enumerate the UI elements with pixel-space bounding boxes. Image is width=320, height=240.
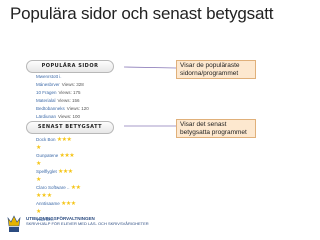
- recently-rated-header[interactable]: SENAST BETYGSATT: [26, 121, 114, 134]
- rating-stars: ★: [36, 145, 42, 151]
- list-item[interactable]: Mánesbrver Views: 328: [36, 81, 89, 89]
- list-item[interactable]: Lärdiunan Views: 100: [36, 113, 89, 121]
- list-item[interactable]: Gunpatene ★★★ ★: [36, 152, 81, 168]
- connector-popular: [123, 66, 177, 69]
- list-item[interactable]: Materialal Views: 156: [36, 97, 89, 105]
- recently-rated-list: Dock Bon ★★★ ★ Gunpatene ★★★ ★ Spelflygl…: [36, 136, 81, 224]
- rating-stars: ★★★: [36, 193, 53, 199]
- popular-pages-header[interactable]: POPULÄRA SIDOR: [26, 60, 114, 73]
- rating-stars: ★★★: [58, 169, 73, 175]
- list-item[interactable]: Spelflyglet ★★★ ★: [36, 168, 81, 184]
- rated-callout: Visar det senast betygsatta programmet: [176, 119, 256, 138]
- popular-callout: Visar de populäraste sidorna/programmet: [176, 60, 256, 79]
- list-item[interactable]: Dock Bon ★★★ ★: [36, 136, 81, 152]
- list-item[interactable]: Bedtobanneks Views: 120: [36, 105, 89, 113]
- organization-name: UTBILDNINGSFÖRVALTNINGEN SKRIVHJÄLP FÖR …: [26, 216, 149, 226]
- footer-logo: UTBILDNINGSFÖRVALTNINGEN SKRIVHJÄLP FÖR …: [6, 214, 149, 239]
- list-item[interactable]: Mwenrstott i.: [36, 73, 89, 81]
- rating-stars: ★: [36, 161, 42, 167]
- rating-stars: ★★★: [61, 201, 76, 207]
- rating-stars: ★★★: [59, 153, 75, 159]
- list-item[interactable]: Claro Software .. ★★ ★★★: [36, 184, 81, 200]
- crown-icon: [7, 215, 21, 232]
- rating-stars: ★★: [70, 185, 81, 191]
- rating-stars: ★★★: [56, 137, 72, 143]
- list-item[interactable]: Anntisaame ★★★ ★: [36, 200, 81, 216]
- rating-stars: ★: [36, 209, 42, 215]
- rating-stars: ★: [36, 177, 42, 183]
- list-item[interactable]: 10 Fragen Views: 175: [36, 89, 89, 97]
